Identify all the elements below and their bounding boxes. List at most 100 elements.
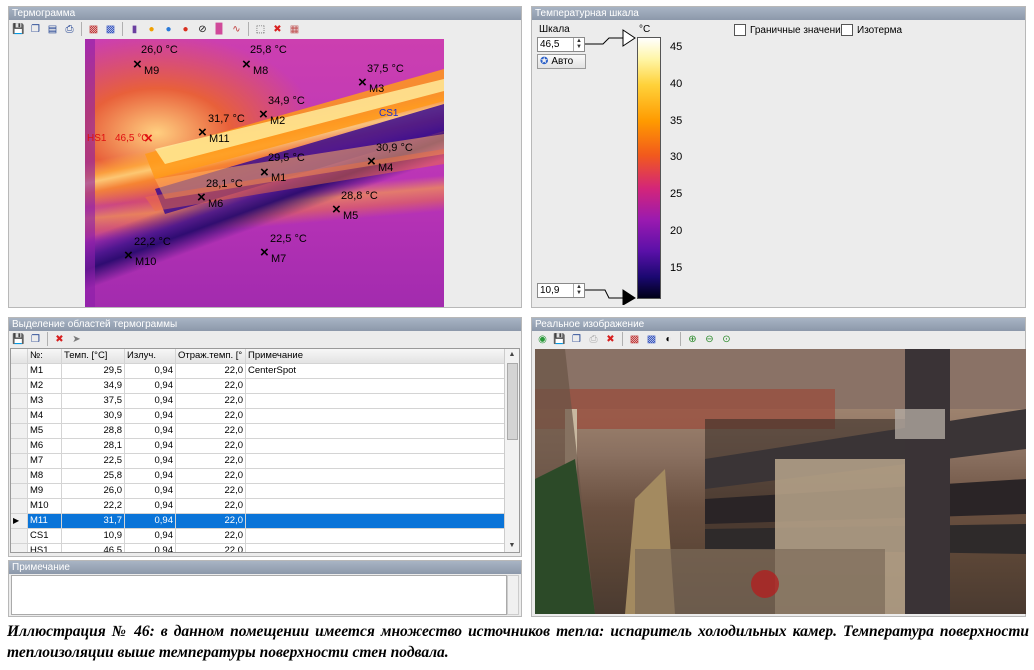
table-cell[interactable]: [246, 484, 505, 498]
scroll-thumb[interactable]: [507, 363, 518, 440]
disable-icon[interactable]: ⊘: [195, 22, 210, 37]
note-textarea[interactable]: [11, 575, 507, 615]
table-cell[interactable]: 0,94: [125, 499, 176, 513]
table-cell[interactable]: [246, 394, 505, 408]
copy-icon[interactable]: ❐: [28, 332, 43, 347]
table-cell[interactable]: M1: [28, 364, 62, 378]
scale-min-input[interactable]: 10,9 ▲ ▼: [537, 283, 585, 298]
table-cell[interactable]: 22,0: [176, 439, 246, 453]
table-cell[interactable]: M2: [28, 379, 62, 393]
table-cell[interactable]: 34,9: [62, 379, 125, 393]
table-cell[interactable]: 0,94: [125, 544, 176, 552]
table-cell[interactable]: [246, 379, 505, 393]
table-cell[interactable]: M8: [28, 469, 62, 483]
table-cell[interactable]: [246, 454, 505, 468]
palette-icon[interactable]: ▩: [86, 22, 101, 37]
table-row[interactable]: M3 37,5 0,94 22,0: [11, 394, 505, 409]
table-cell[interactable]: M3: [28, 394, 62, 408]
table-row[interactable]: M10 22,2 0,94 22,0: [11, 499, 505, 514]
table-cell[interactable]: 0,94: [125, 379, 176, 393]
table-cell[interactable]: 22,0: [176, 364, 246, 378]
table-cell[interactable]: [246, 469, 505, 483]
table-cell[interactable]: 22,0: [176, 409, 246, 423]
table-row[interactable]: ▶ M11 31,7 0,94 22,0: [11, 514, 505, 529]
column-header[interactable]: №:: [28, 349, 62, 363]
table-cell[interactable]: 28,8: [62, 424, 125, 438]
column-header[interactable]: Излуч.: [125, 349, 176, 363]
select-area-icon[interactable]: ⬚: [253, 22, 268, 37]
hotspot-icon[interactable]: ●: [144, 22, 159, 37]
palette-alt-icon[interactable]: ▩: [103, 22, 118, 37]
scroll-down-icon[interactable]: ▼: [505, 540, 519, 552]
delete-icon[interactable]: ✖: [603, 332, 618, 347]
note-scrollbar[interactable]: [507, 575, 519, 615]
table-cell[interactable]: [246, 409, 505, 423]
row-header-cell[interactable]: [11, 529, 28, 543]
table-cell[interactable]: M11: [28, 514, 62, 528]
table-cell[interactable]: 22,0: [176, 484, 246, 498]
table-cell[interactable]: 22,0: [176, 499, 246, 513]
table-cell[interactable]: 22,5: [62, 454, 125, 468]
table-row[interactable]: M8 25,8 0,94 22,0: [11, 469, 505, 484]
copy-icon[interactable]: ❐: [28, 22, 43, 37]
save-icon[interactable]: 💾: [11, 332, 26, 347]
table-cell[interactable]: 22,2: [62, 499, 125, 513]
table-cell[interactable]: 22,0: [176, 529, 246, 543]
row-header-cell[interactable]: [11, 499, 28, 513]
table-cell[interactable]: 0,94: [125, 514, 176, 528]
row-header-cell[interactable]: [11, 394, 28, 408]
table-cell[interactable]: M10: [28, 499, 62, 513]
table-row[interactable]: M5 28,8 0,94 22,0: [11, 424, 505, 439]
table-cell[interactable]: 22,0: [176, 454, 246, 468]
auto-button[interactable]: ✪ Авто: [537, 54, 586, 69]
scale-max-input[interactable]: 46,5 ▲ ▼: [537, 37, 585, 52]
table-cell[interactable]: M4: [28, 409, 62, 423]
table-cell[interactable]: 22,0: [176, 514, 246, 528]
checkbox-box[interactable]: [734, 24, 746, 36]
isotherm-checkbox[interactable]: Изотерма: [841, 24, 902, 36]
histogram-icon[interactable]: ▉: [212, 22, 227, 37]
table-cell[interactable]: 0,94: [125, 529, 176, 543]
print-icon[interactable]: ⎙: [586, 332, 601, 347]
grid-icon[interactable]: ▦: [287, 22, 302, 37]
table-row[interactable]: M2 34,9 0,94 22,0: [11, 379, 505, 394]
row-header-cell[interactable]: [11, 424, 28, 438]
table-cell[interactable]: 22,0: [176, 379, 246, 393]
row-header-cell[interactable]: [11, 544, 28, 552]
open-icon[interactable]: ◉: [535, 332, 550, 347]
delete-icon[interactable]: ✖: [52, 332, 67, 347]
table-cell[interactable]: [246, 544, 505, 552]
coldspot-icon[interactable]: ●: [161, 22, 176, 37]
table-cell[interactable]: M6: [28, 439, 62, 453]
row-header-cell[interactable]: [11, 364, 28, 378]
table-row[interactable]: CS1 10,9 0,94 22,0: [11, 529, 505, 544]
table-cell[interactable]: 22,0: [176, 424, 246, 438]
table-cell[interactable]: 26,0: [62, 484, 125, 498]
row-header-cell[interactable]: [11, 454, 28, 468]
table-cell[interactable]: 22,0: [176, 469, 246, 483]
table-cell[interactable]: 0,94: [125, 409, 176, 423]
zoom-in-icon[interactable]: ⊕: [685, 332, 700, 347]
zoom-fit-icon[interactable]: ⊙: [719, 332, 734, 347]
table-cell[interactable]: HS1: [28, 544, 62, 552]
table-row[interactable]: M7 22,5 0,94 22,0: [11, 454, 505, 469]
real-photo[interactable]: [535, 349, 1026, 614]
row-header-cell[interactable]: [11, 469, 28, 483]
column-header[interactable]: Отраж.темп. [°: [176, 349, 246, 363]
save-icon[interactable]: 💾: [552, 332, 567, 347]
palette-alt-icon[interactable]: ▩: [644, 332, 659, 347]
table-cell[interactable]: 0,94: [125, 484, 176, 498]
table-cell[interactable]: [246, 439, 505, 453]
zoom-out-icon[interactable]: ⊖: [702, 332, 717, 347]
table-cell[interactable]: 22,0: [176, 394, 246, 408]
row-header-cell[interactable]: [11, 439, 28, 453]
table-cell[interactable]: 25,8: [62, 469, 125, 483]
table-cell[interactable]: 0,94: [125, 394, 176, 408]
export-icon[interactable]: ▤: [45, 22, 60, 37]
checkbox-box[interactable]: [841, 24, 853, 36]
profile-icon[interactable]: ∿: [229, 22, 244, 37]
table-cell[interactable]: M9: [28, 484, 62, 498]
table-cell[interactable]: [246, 424, 505, 438]
column-header[interactable]: Темп. [°C]: [62, 349, 125, 363]
table-cell[interactable]: 0,94: [125, 439, 176, 453]
